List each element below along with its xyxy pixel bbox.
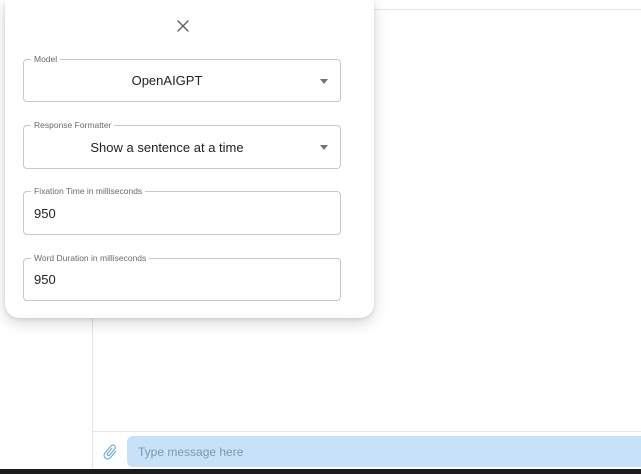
- taskbar: [0, 469, 641, 474]
- fixation-time-value: 950: [34, 205, 56, 221]
- header-divider: [356, 9, 641, 10]
- close-button[interactable]: [175, 18, 191, 34]
- word-duration-value: 950: [34, 272, 56, 287]
- model-select[interactable]: Model OpenAIGPT: [23, 53, 341, 102]
- chevron-down-icon: [320, 145, 328, 150]
- response-formatter-value: Show a sentence at a time: [90, 139, 244, 155]
- model-value: OpenAIGPT: [131, 73, 203, 88]
- word-duration-field[interactable]: Word Duration in milliseconds 950: [23, 252, 341, 301]
- settings-panel: Model OpenAIGPT Response Formatter Show …: [5, 0, 374, 318]
- message-input[interactable]: [127, 436, 641, 467]
- fixation-time-field[interactable]: Fixation Time in milliseconds 950: [23, 185, 341, 235]
- composer-divider: [93, 431, 641, 432]
- paperclip-icon: [103, 444, 117, 460]
- chevron-down-icon: [320, 78, 328, 84]
- sidebar-divider: [92, 318, 93, 468]
- response-formatter-select[interactable]: Response Formatter Show a sentence at a …: [23, 119, 341, 169]
- close-icon: [177, 20, 189, 32]
- attach-button[interactable]: [100, 442, 120, 462]
